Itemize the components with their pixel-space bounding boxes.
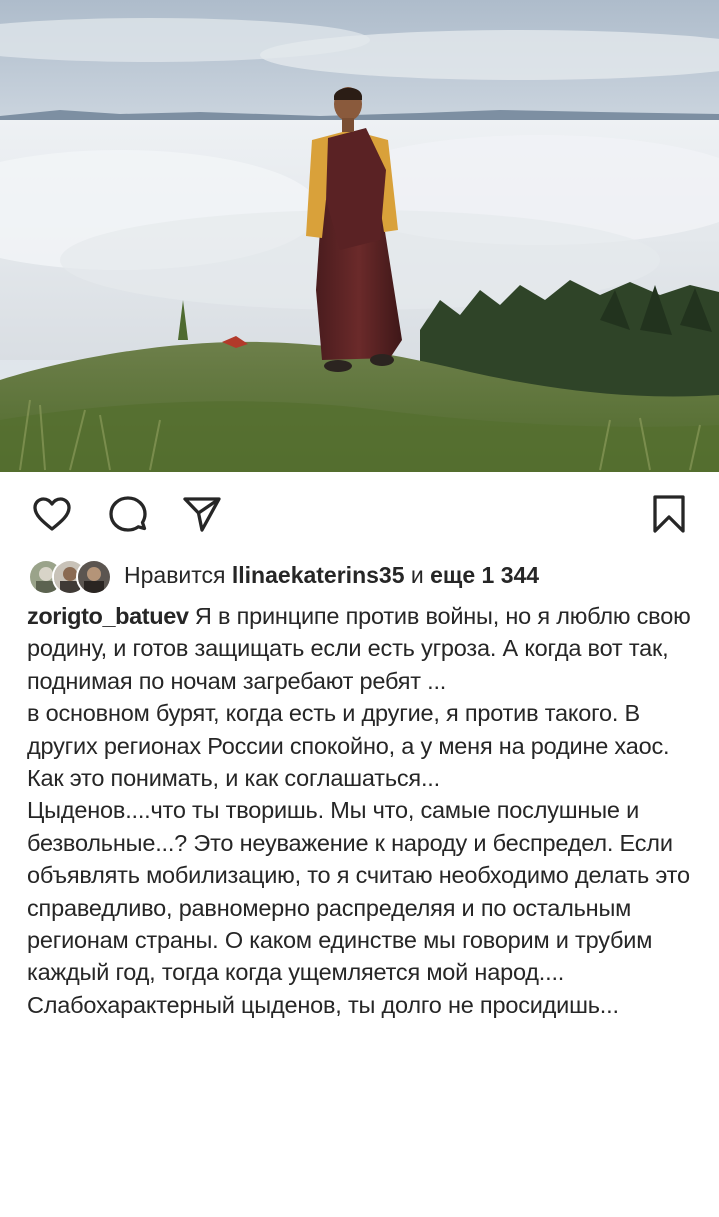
avatar	[76, 559, 112, 595]
post-photo	[0, 0, 719, 472]
caption-paragraph: Цыденов....что ты творишь. Мы что, самые…	[27, 797, 690, 1018]
liker-username[interactable]: llinaekaterins35	[232, 562, 405, 588]
caption-paragraph: zorigto_batuev Я в принципе против войны…	[27, 600, 707, 697]
comment-button[interactable]	[106, 492, 150, 536]
share-button[interactable]	[180, 492, 224, 536]
post-image[interactable]	[0, 0, 719, 472]
caption-paragraph: в основном бурят, когда есть и другие, я…	[27, 700, 670, 792]
heart-icon	[33, 497, 71, 531]
liker-avatars	[28, 557, 114, 595]
likes-conjunction: и	[410, 561, 424, 588]
post-caption: zorigto_batuev Я в принципе против войны…	[27, 600, 707, 1021]
post-action-bar	[0, 472, 719, 552]
save-button[interactable]	[647, 492, 691, 536]
caption-username[interactable]: zorigto_batuev	[27, 603, 189, 629]
like-button[interactable]	[30, 492, 74, 536]
likes-prefix: Нравится	[124, 561, 226, 588]
likes-count[interactable]: еще 1 344	[430, 562, 539, 588]
likes-row[interactable]: Нравится llinaekaterins35 и еще 1 344	[28, 553, 539, 597]
send-icon	[183, 497, 221, 532]
bookmark-icon	[653, 495, 685, 533]
comment-icon	[109, 496, 147, 532]
likes-summary: Нравится llinaekaterins35 и еще 1 344	[124, 562, 539, 589]
